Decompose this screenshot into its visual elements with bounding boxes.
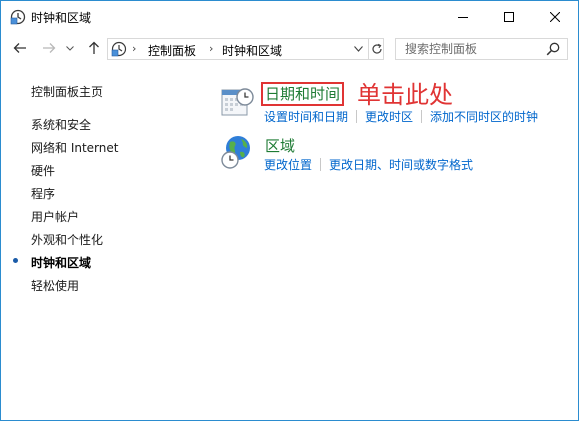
control-panel-app-icon: [10, 9, 26, 25]
window-title: 时钟和区域: [31, 11, 92, 25]
maximize-button[interactable]: [486, 1, 532, 32]
title-bar[interactable]: 时钟和区域: [1, 1, 578, 32]
sidebar-item-clock-region[interactable]: 时钟和区域: [31, 254, 91, 271]
breadcrumb-control-panel[interactable]: 控制面板: [148, 42, 196, 59]
link-divider: [421, 110, 423, 123]
sidebar-item-system-security[interactable]: 系统和安全: [31, 116, 91, 133]
link-divider: [356, 110, 358, 123]
sidebar-item-control-panel-home[interactable]: 控制面板主页: [31, 83, 103, 100]
search-control-panel-box[interactable]: [395, 38, 568, 60]
main-content: 日期和时间 单击此处 设置时间和日期 更改时区 添加不同时区的时钟 区域 更改位置更…: [201, 64, 578, 420]
recent-locations-chevron-icon[interactable]: [63, 38, 77, 58]
link-change-location[interactable]: 更改位置: [264, 158, 312, 172]
close-button[interactable]: [532, 1, 578, 32]
navigation-bar: › 控制面板 › 时钟和区域: [1, 32, 578, 64]
up-arrow-icon[interactable]: [84, 38, 104, 58]
calendar-clock-icon[interactable]: [219, 84, 255, 120]
globe-clock-icon[interactable]: [219, 134, 255, 170]
address-history-chevron-icon[interactable]: [351, 41, 365, 57]
sidebar-item-ease-of-access[interactable]: 轻松使用: [31, 277, 79, 294]
date-time-links: 设置时间和日期 更改时区 添加不同时区的时钟: [264, 108, 538, 125]
search-icon[interactable]: [546, 42, 560, 56]
link-divider: [320, 158, 322, 171]
sidebar-item-programs[interactable]: 程序: [31, 185, 55, 202]
breadcrumb-separator-icon[interactable]: ›: [209, 42, 213, 55]
sidebar-item-hardware[interactable]: 硬件: [31, 162, 55, 179]
breadcrumb-clock-region[interactable]: 时钟和区域: [222, 42, 282, 59]
link-change-formats[interactable]: 更改日期、时间或数字格式: [329, 158, 473, 172]
sidebar-item-appearance[interactable]: 外观和个性化: [31, 231, 103, 248]
click-here-annotation: 单击此处: [357, 81, 453, 109]
link-add-clocks[interactable]: 添加不同时区的时钟: [430, 110, 538, 124]
refresh-icon[interactable]: [368, 39, 384, 59]
minimize-button[interactable]: [440, 1, 486, 32]
link-set-time-date[interactable]: 设置时间和日期: [264, 110, 348, 124]
link-change-timezone[interactable]: 更改时区: [365, 110, 413, 124]
control-panel-location-icon: [111, 41, 127, 57]
category-region-title[interactable]: 区域: [265, 135, 295, 156]
back-arrow-icon[interactable]: [10, 38, 30, 58]
region-links: 更改位置 更改日期、时间或数字格式: [264, 156, 473, 173]
search-input[interactable]: [396, 39, 546, 59]
active-item-bullet-icon: [13, 258, 18, 263]
sidebar: 控制面板主页 系统和安全 网络和 Internet 硬件 程序 用户帐户 外观和…: [1, 64, 201, 420]
address-bar[interactable]: › 控制面板 › 时钟和区域: [107, 38, 384, 60]
control-panel-window: 时钟和区域 › 控制面板 › 时钟和区域 搜索控制面板 控制面板主页 系统和安全…: [0, 0, 579, 421]
forward-arrow-icon[interactable]: [39, 38, 59, 58]
category-date-time-title[interactable]: 日期和时间: [261, 82, 345, 106]
breadcrumb-separator-icon[interactable]: ›: [132, 42, 136, 55]
sidebar-item-network-internet[interactable]: 网络和 Internet: [31, 139, 118, 156]
sidebar-item-user-accounts[interactable]: 用户帐户: [31, 208, 79, 225]
